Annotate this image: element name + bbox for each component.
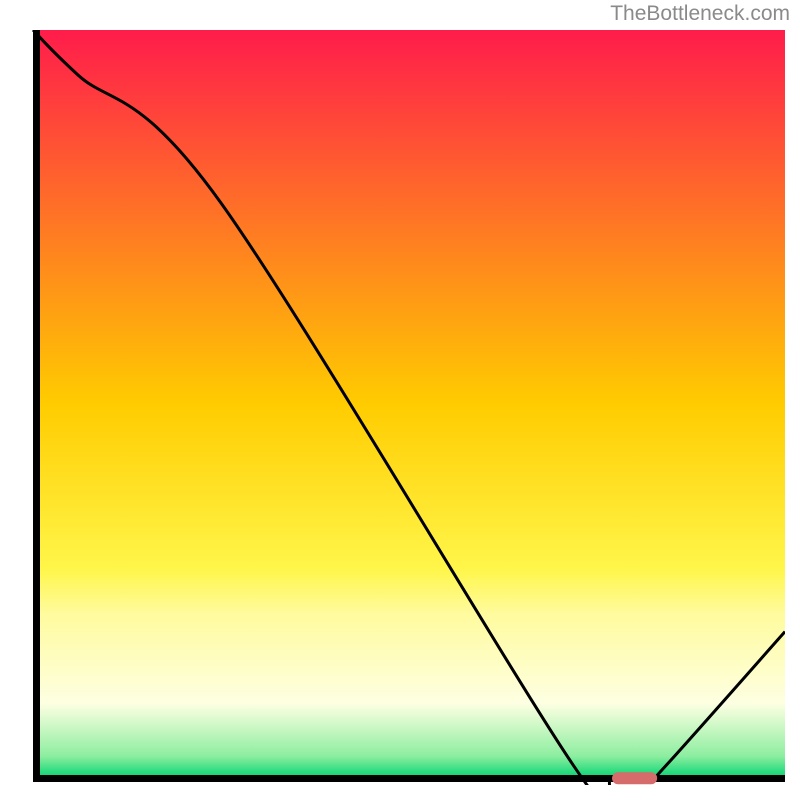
gradient-background — [37, 30, 786, 779]
chart-svg — [30, 30, 785, 785]
chart-container: TheBottleneck.com — [0, 0, 800, 800]
watermark-text: TheBottleneck.com — [610, 2, 790, 26]
plot-area — [30, 30, 785, 785]
highlight-marker — [612, 772, 657, 784]
